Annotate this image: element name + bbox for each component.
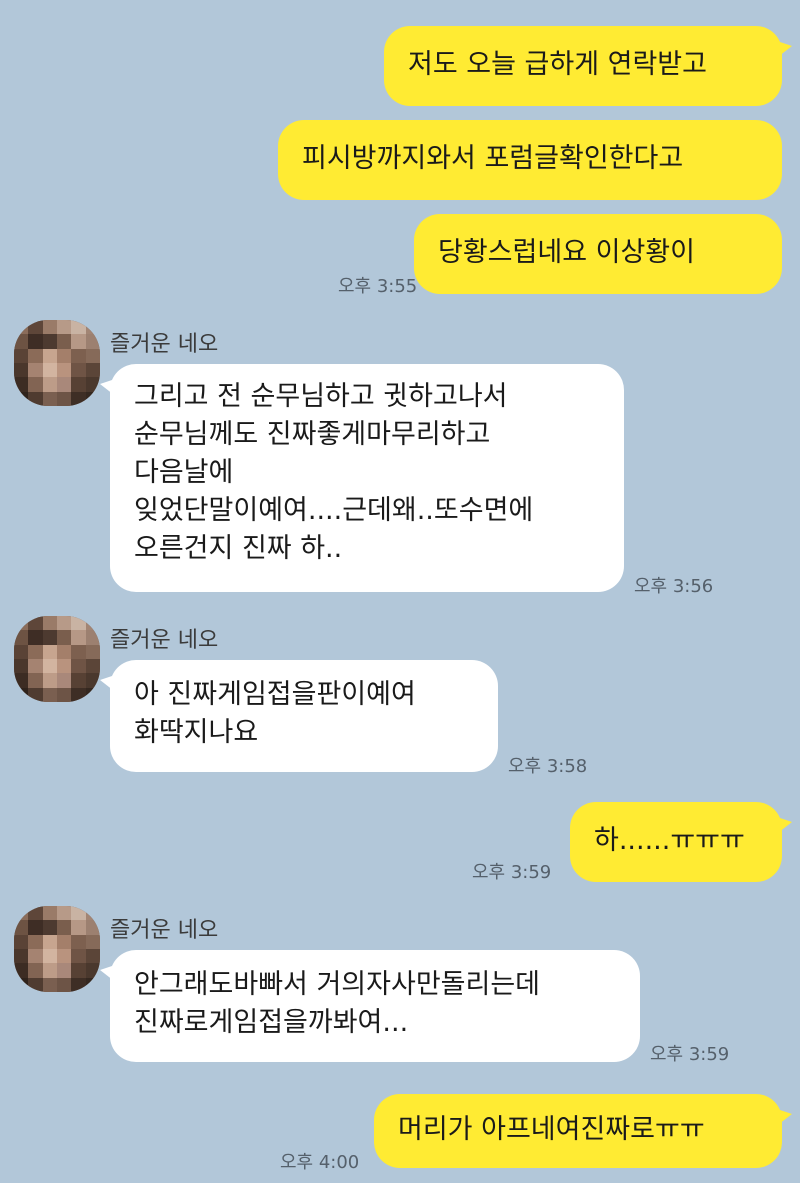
my-message-bubble[interactable]: 당황스럽네요 이상황이	[414, 214, 782, 294]
my-message-bubble[interactable]: 저도 오늘 급하게 연락받고	[384, 26, 792, 106]
chat-area: 저도 오늘 급하게 연락받고 피시방까지와서 포럼글확인한다고 당황스럽네요 이…	[0, 0, 800, 1183]
message-timestamp: 오후 3:55	[338, 276, 418, 297]
sender-avatar[interactable]	[14, 906, 100, 992]
my-message-bubble[interactable]: 피시방까지와서 포럼글확인한다고	[278, 120, 782, 200]
message-timestamp: 오후 3:58	[508, 756, 588, 777]
message-timestamp: 오후 3:56	[634, 576, 714, 597]
message-timestamp: 오후 4:00	[280, 1152, 360, 1173]
sender-name: 즐거운 네오	[110, 918, 219, 943]
their-message-bubble[interactable]: 아 진짜게임접을판이예여 화딱지나요	[100, 660, 498, 772]
message-timestamp: 오후 3:59	[650, 1044, 730, 1065]
sender-avatar[interactable]	[14, 320, 100, 406]
sender-avatar[interactable]	[14, 616, 100, 702]
sender-name: 즐거운 네오	[110, 628, 219, 653]
message-timestamp: 오후 3:59	[472, 862, 552, 883]
my-message-bubble[interactable]: 머리가 아프네여진짜로ㅠㅠ	[374, 1094, 792, 1168]
their-message-bubble[interactable]: 안그래도바빠서 거의자사만돌리는데 진짜로게임접을까봐여...	[100, 950, 640, 1062]
my-message-bubble[interactable]: 하......ㅠㅠㅠ	[570, 802, 792, 882]
sender-name: 즐거운 네오	[110, 332, 219, 357]
their-message-bubble[interactable]: 그리고 전 순무님하고 귓하고나서 순무님께도 진짜좋게마무리하고 다음날에 잊…	[100, 364, 624, 592]
